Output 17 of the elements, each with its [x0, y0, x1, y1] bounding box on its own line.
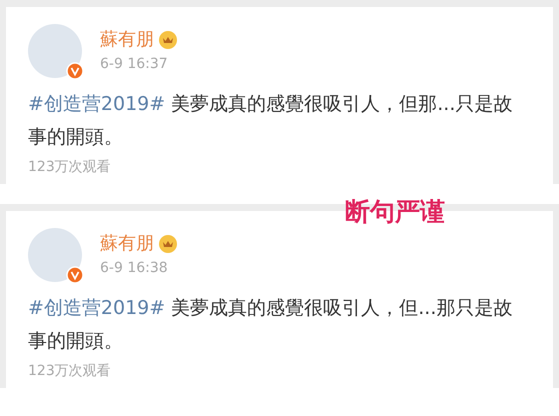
- post-text: #创造营2019# 美夢成真的感覺很吸引人，但那...只是故事的開頭。: [28, 92, 514, 150]
- post-time: 6-9 16:37: [100, 55, 169, 74]
- post-time: 6-9 16:38: [100, 259, 169, 278]
- hashtag-link[interactable]: #创造营2019#: [28, 93, 166, 115]
- author-name[interactable]: 蘇有朋: [100, 232, 154, 256]
- view-count: 123万次观看: [28, 362, 112, 381]
- avatar: [28, 228, 82, 282]
- crown-badge-icon: [158, 30, 178, 50]
- hashtag-link[interactable]: #创造营2019#: [28, 297, 166, 319]
- verified-badge-icon: [66, 62, 84, 80]
- author-name[interactable]: 蘇有朋: [100, 28, 154, 52]
- verified-badge-icon: [66, 266, 84, 284]
- annotation-text: 断句严谨: [345, 199, 445, 224]
- view-count: 123万次观看: [28, 158, 112, 177]
- avatar: [28, 24, 82, 78]
- post-text: #创造营2019# 美夢成真的感覺很吸引人，但...那只是故事的開頭。: [28, 296, 514, 354]
- crown-badge-icon: [158, 234, 178, 254]
